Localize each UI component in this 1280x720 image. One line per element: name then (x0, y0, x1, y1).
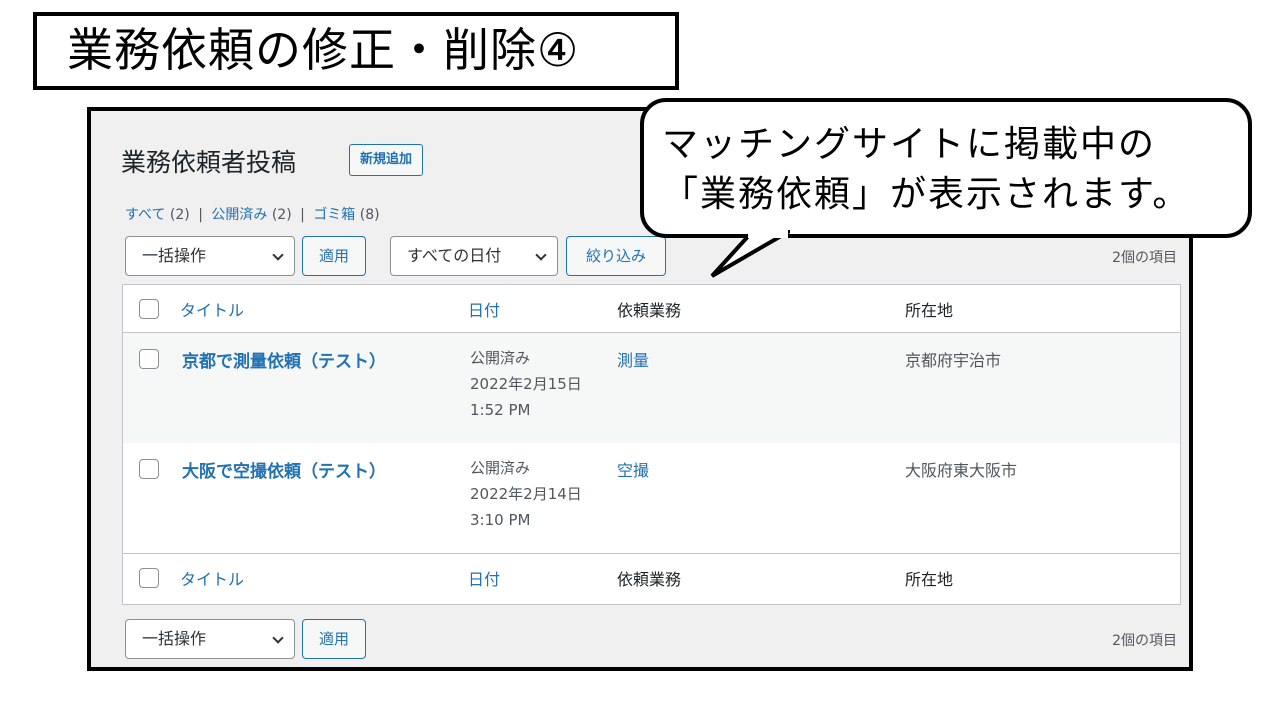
service-link[interactable]: 測量 (617, 347, 649, 371)
post-time: 1:52 PM (470, 401, 531, 419)
callout-line-1: マッチングサイトに掲載中の (662, 124, 1157, 165)
post-time: 3:10 PM (470, 511, 531, 529)
location-text: 京都府宇治市 (905, 351, 1002, 370)
location-text: 大阪府東大阪市 (905, 461, 1018, 480)
date-filter-select[interactable]: すべての日付 (390, 236, 558, 276)
column-title-sort[interactable]: タイトル (180, 566, 244, 590)
add-new-button[interactable]: 新規追加 (349, 144, 424, 176)
post-date: 2022年2月14日 (470, 485, 582, 503)
filter-trash-link[interactable]: ゴミ箱 (313, 207, 355, 223)
column-location: 所在地 (905, 301, 954, 320)
page-title: 業務依頼者投稿 (121, 148, 297, 177)
column-location: 所在地 (905, 570, 954, 589)
select-all-checkbox-footer[interactable] (139, 568, 159, 588)
chevron-down-icon (535, 249, 547, 261)
post-status: 公開済み (470, 459, 531, 477)
items-count-bottom: 2個の項目 (1112, 633, 1177, 649)
column-title-sort[interactable]: タイトル (180, 297, 244, 321)
filter-separator: | (198, 207, 203, 223)
filter-all-count: (2) (169, 207, 190, 223)
bulk-action-value: 一括操作 (142, 629, 207, 648)
callout-bubble: マッチングサイトに掲載中の 「業務依頼」が表示されます。 (640, 98, 1252, 238)
status-filter-links: すべて (2) | 公開済み (2) | ゴミ箱 (8) (125, 204, 380, 224)
filter-published-link[interactable]: 公開済み (211, 207, 267, 223)
filter-published-count: (2) (271, 207, 292, 223)
filter-trash-count: (8) (359, 207, 380, 223)
table-header: タイトル 日付 依頼業務 所在地 (123, 285, 1180, 333)
post-title-link[interactable]: 京都で測量依頼（テスト） (182, 347, 386, 372)
post-status: 公開済み (470, 349, 531, 367)
date-filter-value: すべての日付 (407, 246, 502, 265)
bulk-action-select[interactable]: 一括操作 (125, 236, 295, 276)
callout-line-2: 「業務依頼」が表示されます。 (662, 174, 1191, 215)
bulk-action-value: 一括操作 (142, 246, 207, 265)
items-count: 2個の項目 (1112, 250, 1177, 266)
column-date-sort[interactable]: 日付 (468, 566, 500, 590)
row-checkbox[interactable] (139, 349, 159, 369)
filter-all-link[interactable]: すべて (125, 207, 165, 223)
apply-button-bottom[interactable]: 適用 (302, 619, 366, 659)
slide-title: 業務依頼の修正・削除④ (33, 12, 679, 90)
posts-table: タイトル 日付 依頼業務 所在地 京都で測量依頼（テスト） 公開済み 2022年… (122, 284, 1181, 605)
callout-text: マッチングサイトに掲載中の 「業務依頼」が表示されます。 (662, 120, 1242, 220)
chevron-down-icon (272, 249, 284, 261)
post-date: 2022年2月15日 (470, 375, 582, 393)
filter-button[interactable]: 絞り込み (566, 236, 666, 276)
post-title-link[interactable]: 大阪で空撮依頼（テスト） (182, 457, 386, 482)
callout-tail-shape (710, 230, 790, 278)
bulk-action-select-bottom[interactable]: 一括操作 (125, 619, 295, 659)
chevron-down-icon (272, 632, 284, 644)
column-service: 依頼業務 (617, 570, 682, 589)
column-date-sort[interactable]: 日付 (468, 297, 500, 321)
column-service: 依頼業務 (617, 301, 682, 320)
row-checkbox[interactable] (139, 459, 159, 479)
apply-button[interactable]: 適用 (302, 236, 366, 276)
table-row: 京都で測量依頼（テスト） 公開済み 2022年2月15日 1:52 PM 測量 … (123, 333, 1180, 443)
table-row: 大阪で空撮依頼（テスト） 公開済み 2022年2月14日 3:10 PM 空撮 … (123, 443, 1180, 553)
filter-separator: | (300, 207, 305, 223)
table-footer: タイトル 日付 依頼業務 所在地 (123, 553, 1180, 601)
select-all-checkbox[interactable] (139, 299, 159, 319)
service-link[interactable]: 空撮 (617, 457, 649, 481)
